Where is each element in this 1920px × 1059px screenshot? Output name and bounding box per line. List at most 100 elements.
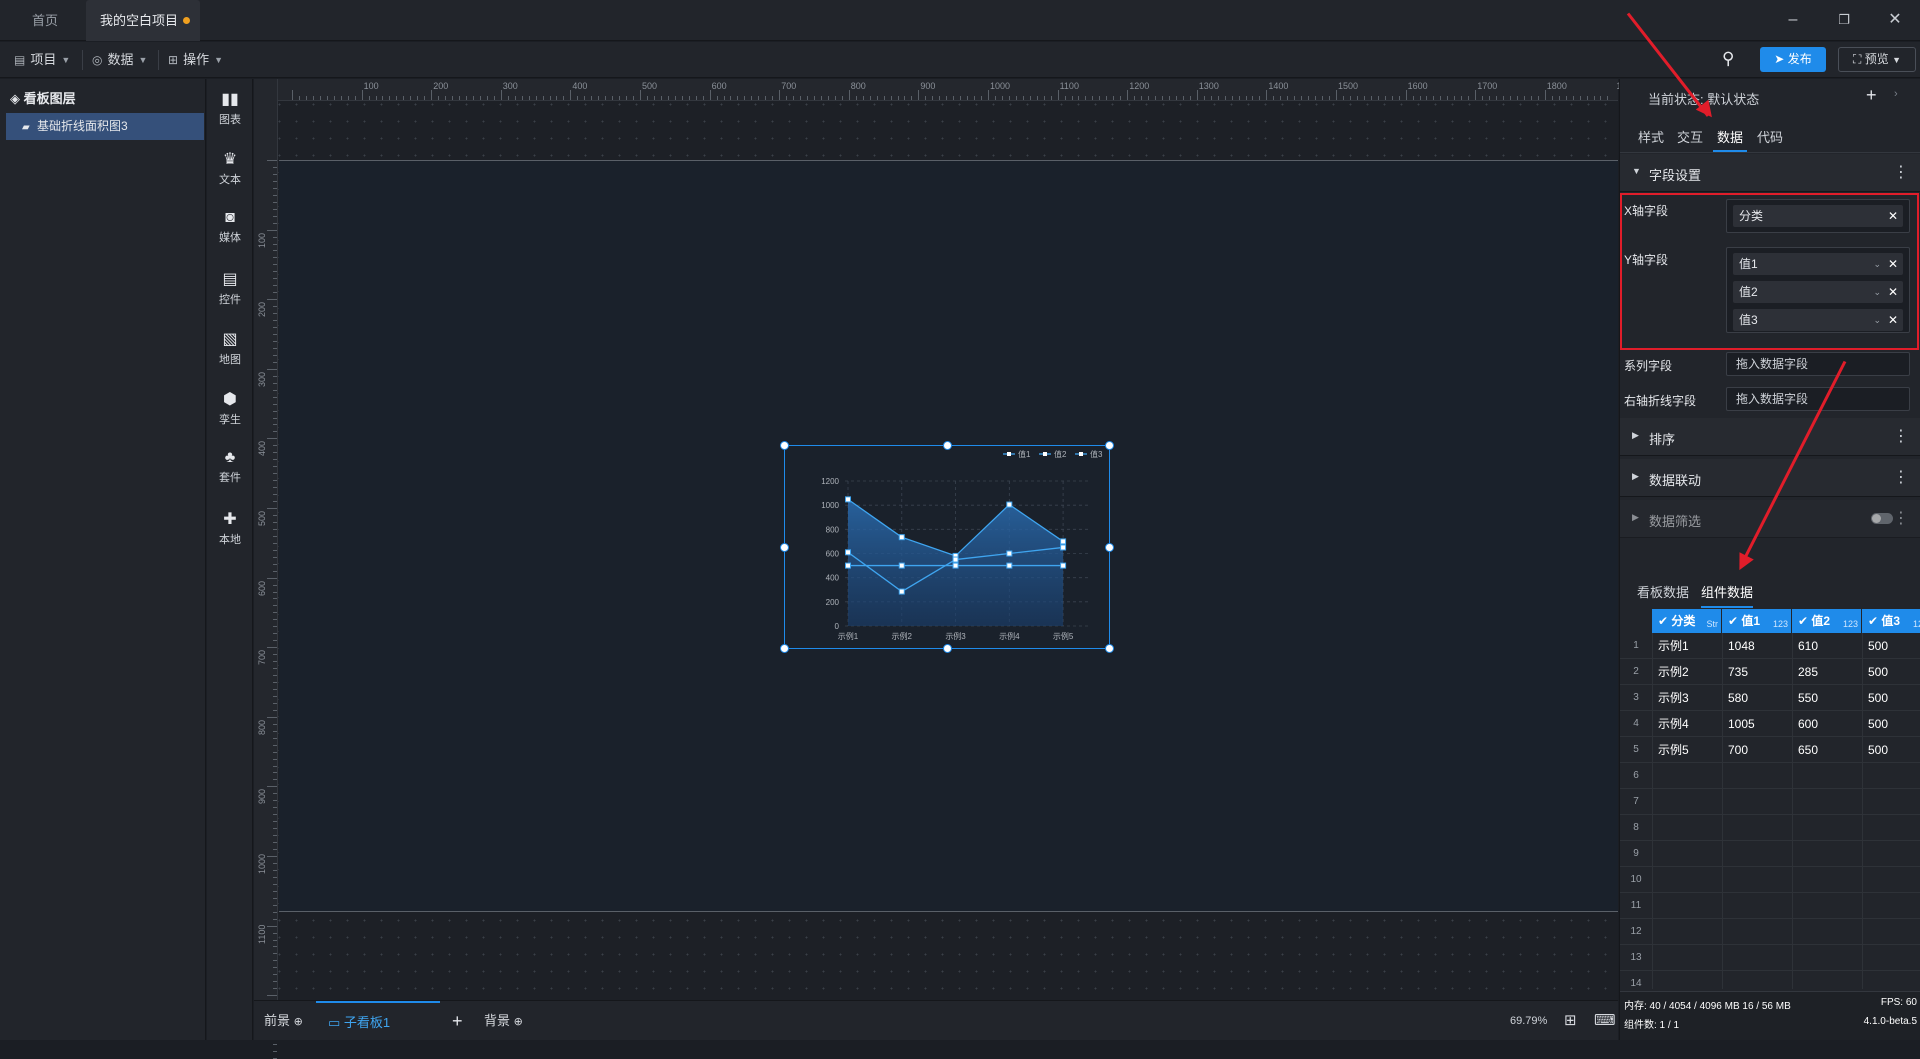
- table-cell[interactable]: [1652, 789, 1722, 815]
- right-axis-field-dropzone[interactable]: 拖入数据字段: [1726, 387, 1910, 411]
- table-row[interactable]: 9: [1620, 841, 1920, 867]
- resize-handle-l[interactable]: [780, 543, 789, 552]
- table-cell[interactable]: [1792, 919, 1862, 945]
- layer-item[interactable]: ▰ 基础折线面积图3: [6, 113, 204, 140]
- tab-project[interactable]: 我的空白项目: [86, 0, 200, 41]
- table-cell[interactable]: 550: [1792, 685, 1862, 711]
- table-row[interactable]: 13: [1620, 945, 1920, 971]
- table-row[interactable]: 12: [1620, 919, 1920, 945]
- table-cell[interactable]: [1792, 971, 1862, 989]
- table-row[interactable]: 11: [1620, 893, 1920, 919]
- chevron-right-icon[interactable]: ›: [1894, 88, 1898, 100]
- add-board-icon[interactable]: +: [452, 1001, 463, 1041]
- tab-style[interactable]: 样式: [1638, 127, 1664, 146]
- table-cell[interactable]: [1652, 841, 1722, 867]
- table-cell[interactable]: 500: [1862, 633, 1920, 659]
- column-header[interactable]: ✔ 值3123: [1862, 609, 1920, 633]
- table-cell[interactable]: [1722, 867, 1792, 893]
- chart-component[interactable]: 0 200 400 600 800 1000 1200 示例1 示例2 示例3 示例4 示例5 值1 值2…: [780, 441, 1114, 653]
- table-cell[interactable]: [1862, 971, 1920, 989]
- tool-local[interactable]: ✚ 本地: [207, 509, 253, 547]
- add-state-icon[interactable]: +: [1866, 85, 1877, 106]
- tab-code[interactable]: 代码: [1757, 127, 1783, 146]
- fit-screen-icon[interactable]: ⊞: [1564, 1001, 1577, 1041]
- table-cell[interactable]: [1722, 893, 1792, 919]
- table-row[interactable]: 7: [1620, 789, 1920, 815]
- table-row[interactable]: 10: [1620, 867, 1920, 893]
- column-header[interactable]: ✔ 值1 123: [1722, 609, 1791, 633]
- section-sort[interactable]: ▶ 排序 ⋮: [1620, 418, 1920, 456]
- table-cell[interactable]: [1652, 763, 1722, 789]
- table-cell[interactable]: [1652, 919, 1722, 945]
- table-cell[interactable]: [1722, 841, 1792, 867]
- publish-button[interactable]: ➤ 发布: [1760, 47, 1826, 72]
- table-row[interactable]: 6: [1620, 763, 1920, 789]
- table-row[interactable]: 3 示例3 580 550 500: [1620, 685, 1920, 711]
- table-cell[interactable]: 500: [1862, 659, 1920, 685]
- table-cell[interactable]: [1862, 815, 1920, 841]
- column-header[interactable]: ✔ 值2 123: [1792, 609, 1861, 633]
- table-cell[interactable]: [1722, 815, 1792, 841]
- table-cell[interactable]: 610: [1792, 633, 1862, 659]
- table-cell[interactable]: 650: [1792, 737, 1862, 763]
- restore-icon[interactable]: ❐: [1833, 10, 1855, 30]
- menu-operation[interactable]: ⊞ 操作 ▼: [168, 42, 223, 78]
- table-row[interactable]: 8: [1620, 815, 1920, 841]
- menu-data[interactable]: ◎ 数据 ▼: [92, 42, 147, 78]
- table-cell[interactable]: 示例2: [1652, 659, 1722, 685]
- tool-twin[interactable]: ⬢ 孪生: [207, 389, 253, 427]
- table-cell[interactable]: [1862, 945, 1920, 971]
- table-cell[interactable]: [1652, 893, 1722, 919]
- tool-text[interactable]: ♛ 文本: [207, 149, 253, 187]
- menu-project[interactable]: ▤ 项目 ▼: [14, 42, 70, 78]
- table-cell[interactable]: [1862, 763, 1920, 789]
- table-cell[interactable]: 285: [1792, 659, 1862, 685]
- series-field-dropzone[interactable]: 拖入数据字段: [1726, 352, 1910, 376]
- resize-handle-t[interactable]: [943, 441, 952, 450]
- table-cell[interactable]: [1862, 893, 1920, 919]
- tab-background[interactable]: 背景 ⊕: [484, 1001, 523, 1041]
- preview-button[interactable]: ⛶ 预览 ▼: [1838, 47, 1916, 72]
- table-cell[interactable]: 1005: [1722, 711, 1792, 737]
- column-header[interactable]: ✔ 分类 Str: [1652, 609, 1721, 633]
- table-cell[interactable]: 735: [1722, 659, 1792, 685]
- keyboard-icon[interactable]: ⌨: [1594, 1001, 1616, 1041]
- table-cell[interactable]: [1652, 945, 1722, 971]
- tool-chart[interactable]: ▮▮ 图表: [207, 89, 253, 127]
- table-row[interactable]: 2 示例2 735 285 500: [1620, 659, 1920, 685]
- table-cell[interactable]: [1722, 789, 1792, 815]
- close-icon[interactable]: ✕: [1884, 10, 1906, 30]
- table-cell[interactable]: [1652, 971, 1722, 989]
- tab-board-data[interactable]: 看板数据: [1637, 582, 1689, 601]
- more-icon[interactable]: ⋮: [1893, 467, 1909, 487]
- search-icon[interactable]: ⚲: [1722, 49, 1734, 69]
- tab-data[interactable]: 数据: [1712, 127, 1748, 152]
- table-cell[interactable]: 500: [1862, 737, 1920, 763]
- tool-map[interactable]: ▧ 地图: [207, 329, 253, 367]
- tab-home[interactable]: 首页: [18, 0, 86, 41]
- table-row[interactable]: 14: [1620, 971, 1920, 989]
- table-cell[interactable]: [1792, 867, 1862, 893]
- table-cell[interactable]: 580: [1722, 685, 1792, 711]
- tool-media[interactable]: ◙ 媒体: [207, 209, 253, 245]
- tab-sub-board[interactable]: ▭ 子看板1: [316, 1001, 440, 1041]
- table-cell[interactable]: 示例1: [1652, 633, 1722, 659]
- more-icon[interactable]: ⋮: [1893, 508, 1909, 528]
- table-cell[interactable]: [1792, 841, 1862, 867]
- table-cell[interactable]: [1792, 893, 1862, 919]
- table-cell[interactable]: [1862, 841, 1920, 867]
- table-cell[interactable]: [1722, 763, 1792, 789]
- data-table[interactable]: ✔ 分类Str✔ 值1123✔ 值2123✔ 值31231示例110486105…: [1620, 609, 1920, 989]
- table-cell[interactable]: 示例4: [1652, 711, 1722, 737]
- table-cell[interactable]: 1048: [1722, 633, 1792, 659]
- tab-foreground[interactable]: 前景 ⊕: [264, 1001, 303, 1041]
- filter-toggle[interactable]: [1871, 513, 1893, 524]
- minimize-icon[interactable]: –: [1782, 10, 1804, 30]
- table-cell[interactable]: 示例3: [1652, 685, 1722, 711]
- table-row[interactable]: 4 示例4 1005 600 500: [1620, 711, 1920, 737]
- table-row[interactable]: 5 示例5 700 650 500: [1620, 737, 1920, 763]
- section-field-settings[interactable]: ▼ 字段设置 ⋮: [1620, 154, 1920, 192]
- table-cell[interactable]: 500: [1862, 685, 1920, 711]
- table-cell[interactable]: 500: [1862, 711, 1920, 737]
- table-cell[interactable]: [1792, 815, 1862, 841]
